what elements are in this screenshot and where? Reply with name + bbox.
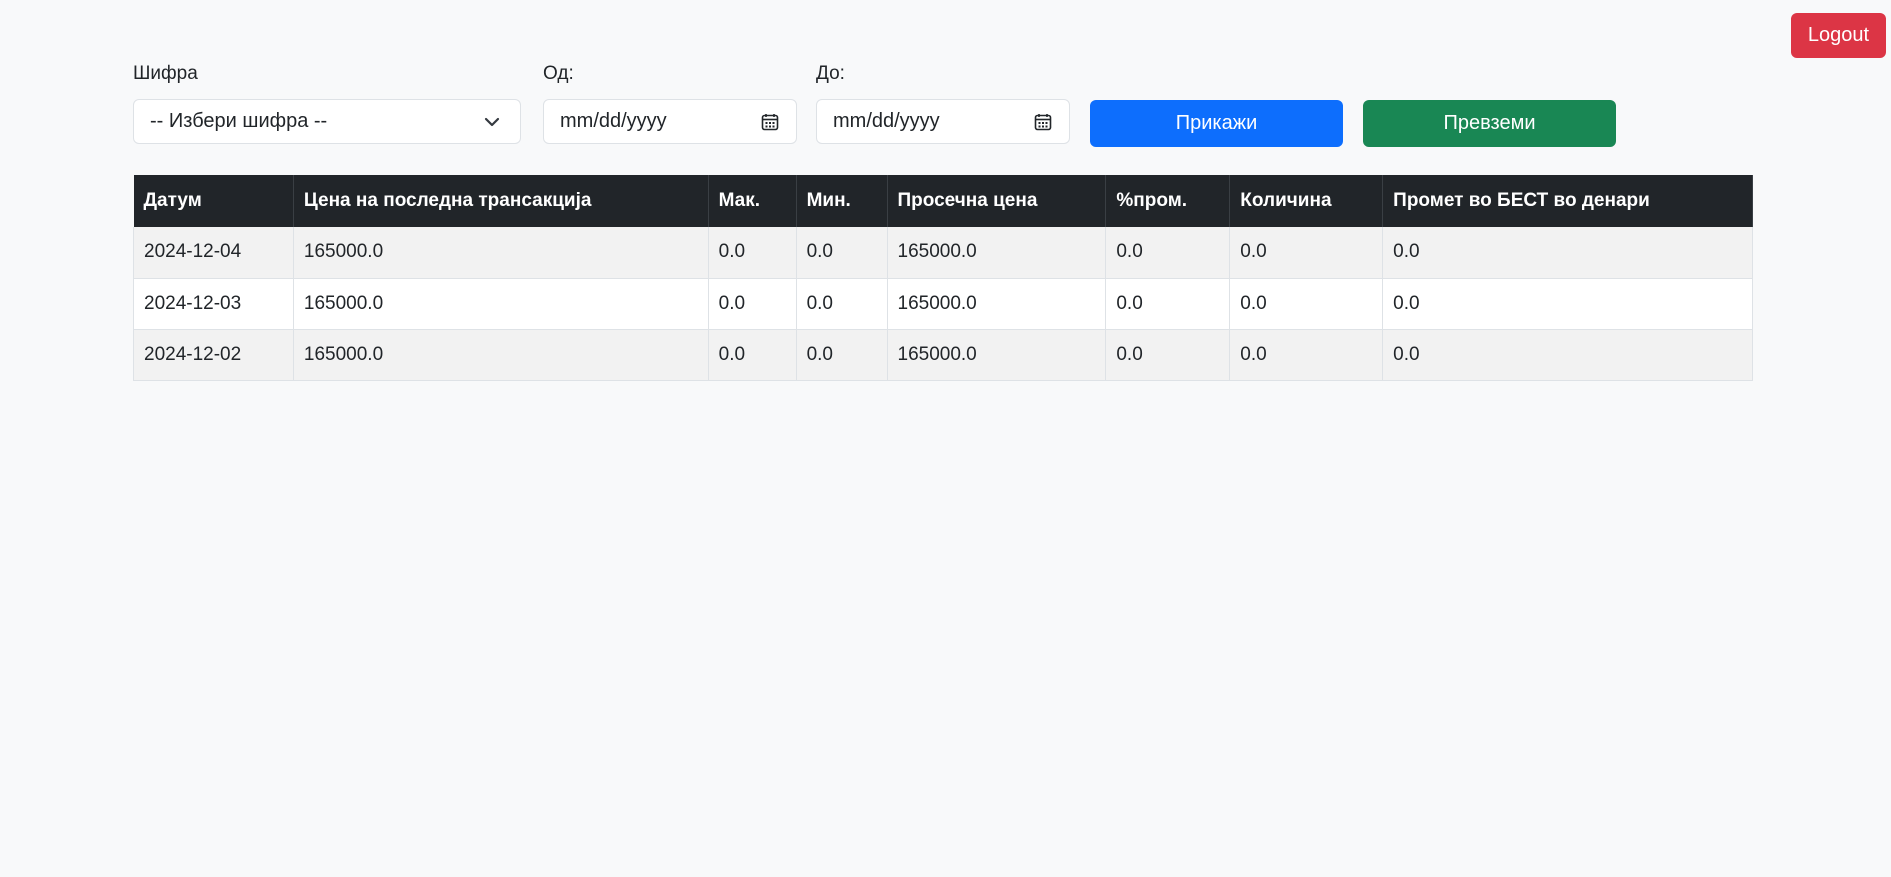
table-cell: 0.0 bbox=[1229, 278, 1384, 330]
table-row: 2024-12-02 165000.0 0.0 0.0 165000.0 0.0… bbox=[133, 329, 1753, 381]
table-cell: 0.0 bbox=[1105, 329, 1231, 381]
column-header: Количина bbox=[1229, 175, 1384, 227]
column-header: Просечна цена bbox=[887, 175, 1107, 227]
column-header: Датум bbox=[133, 175, 294, 227]
table-row: 2024-12-03 165000.0 0.0 0.0 165000.0 0.0… bbox=[133, 278, 1753, 330]
symbol-select[interactable]: -- Избери шифра -- bbox=[133, 99, 521, 144]
table-cell: 165000.0 bbox=[293, 329, 709, 381]
table-cell: 0.0 bbox=[1105, 278, 1231, 330]
from-date-placeholder: mm/dd/yyyy bbox=[560, 110, 667, 132]
table-cell: 0.0 bbox=[1382, 278, 1753, 330]
logout-button[interactable]: Logout bbox=[1791, 13, 1886, 58]
symbol-label: Шифра bbox=[133, 63, 198, 84]
table-cell: 165000.0 bbox=[887, 329, 1107, 381]
chevron-down-icon bbox=[484, 117, 500, 127]
table-cell: 0.0 bbox=[1229, 329, 1384, 381]
download-button[interactable]: Превземи bbox=[1363, 100, 1616, 147]
table-cell: 2024-12-04 bbox=[133, 227, 294, 279]
table-cell: 165000.0 bbox=[887, 278, 1107, 330]
page: Logout Шифра -- Избери шифра -- Од: mm/d… bbox=[0, 0, 1891, 877]
table-cell: 0.0 bbox=[708, 227, 797, 279]
calendar-icon[interactable] bbox=[760, 112, 780, 132]
column-header: Промет во БЕСТ во денари bbox=[1382, 175, 1753, 227]
table-cell: 165000.0 bbox=[293, 227, 709, 279]
to-date-input[interactable]: mm/dd/yyyy bbox=[816, 99, 1070, 144]
table-cell: 0.0 bbox=[1382, 227, 1753, 279]
table-cell: 2024-12-02 bbox=[133, 329, 294, 381]
table-cell: 165000.0 bbox=[293, 278, 709, 330]
table-cell: 0.0 bbox=[1382, 329, 1753, 381]
table-cell: 0.0 bbox=[796, 278, 888, 330]
table-header-row: Датум Цена на последна трансакција Мак. … bbox=[133, 175, 1753, 227]
table-row: 2024-12-04 165000.0 0.0 0.0 165000.0 0.0… bbox=[133, 227, 1753, 279]
table-cell: 0.0 bbox=[796, 227, 888, 279]
column-header: Мин. bbox=[796, 175, 888, 227]
data-table: Датум Цена на последна трансакција Мак. … bbox=[133, 175, 1753, 381]
column-header: %пром. bbox=[1105, 175, 1231, 227]
from-date-label: Од: bbox=[543, 63, 574, 84]
table-cell: 0.0 bbox=[1105, 227, 1231, 279]
table-cell: 165000.0 bbox=[887, 227, 1107, 279]
table-cell: 0.0 bbox=[708, 278, 797, 330]
from-date-input[interactable]: mm/dd/yyyy bbox=[543, 99, 797, 144]
table-cell: 0.0 bbox=[708, 329, 797, 381]
table-cell: 0.0 bbox=[1229, 227, 1384, 279]
symbol-select-value: -- Избери шифра -- bbox=[150, 110, 328, 132]
table-cell: 0.0 bbox=[796, 329, 888, 381]
column-header: Цена на последна трансакција bbox=[293, 175, 709, 227]
table-cell: 2024-12-03 bbox=[133, 278, 294, 330]
show-button[interactable]: Прикажи bbox=[1090, 100, 1343, 147]
column-header: Мак. bbox=[708, 175, 797, 227]
to-date-placeholder: mm/dd/yyyy bbox=[833, 110, 940, 132]
calendar-icon[interactable] bbox=[1033, 112, 1053, 132]
to-date-label: До: bbox=[816, 63, 845, 84]
